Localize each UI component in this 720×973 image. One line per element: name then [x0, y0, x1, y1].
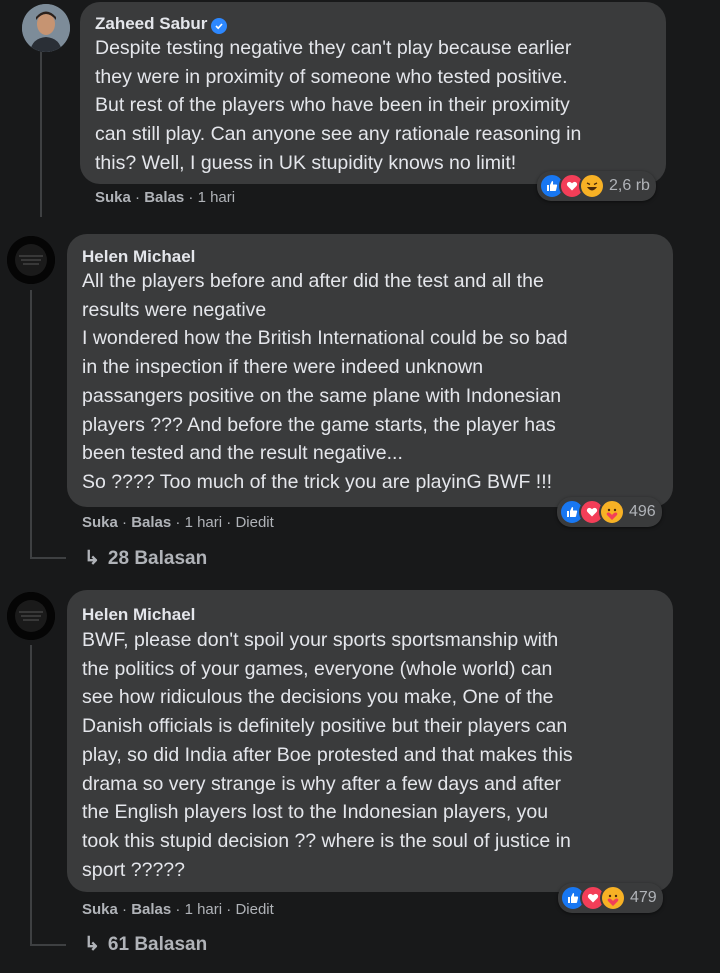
comment-author[interactable]: Zaheed Sabur — [95, 14, 228, 34]
reaction-count: 479 — [630, 889, 657, 906]
like-button[interactable]: Suka — [82, 514, 118, 531]
avatar[interactable] — [7, 236, 55, 284]
comment-text: Despite testing negative they can't play… — [95, 37, 582, 174]
care-icon — [599, 499, 625, 525]
view-replies-button[interactable]: ↳ 61 Balasan — [84, 933, 207, 956]
reaction-summary[interactable]: 2,6 rb — [537, 171, 656, 201]
timestamp[interactable]: 1 hari — [198, 189, 236, 206]
separator: · — [122, 514, 128, 531]
comment-author[interactable]: Helen Michael — [82, 605, 195, 625]
avatar[interactable] — [7, 592, 55, 640]
thread-line — [30, 557, 66, 559]
separator: · — [135, 189, 141, 206]
like-button[interactable]: Suka — [95, 189, 131, 206]
reply-button[interactable]: Balas — [144, 189, 184, 206]
timestamp[interactable]: 1 hari — [185, 901, 223, 918]
edited-label: Diedit — [235, 901, 274, 918]
separator: · — [175, 514, 181, 531]
reaction-count: 496 — [629, 503, 656, 520]
separator: · — [122, 901, 128, 918]
reply-button[interactable]: Balas — [131, 901, 171, 918]
view-replies-button[interactable]: ↳ 28 Balasan — [84, 547, 207, 570]
comment-actions: Suka · Balas · 1 hari · Diedit — [82, 514, 274, 531]
separator: · — [175, 901, 181, 918]
thread-line — [30, 944, 66, 946]
separator: · — [226, 514, 232, 531]
separator: · — [188, 189, 194, 206]
comment-actions: Suka · Balas · 1 hari · Diedit — [82, 901, 274, 918]
separator: · — [226, 901, 232, 918]
verified-badge-icon — [211, 18, 228, 34]
comment-bubble: Helen Michael BWF, please don't spoil yo… — [67, 590, 673, 892]
comment-text: All the players before and after did the… — [82, 270, 568, 493]
reaction-count: 2,6 rb — [609, 177, 650, 194]
comment-actions: Suka · Balas · 1 hari — [95, 189, 235, 206]
thread-line — [40, 52, 42, 217]
replies-label: 61 Balasan — [107, 933, 208, 955]
thread-line — [30, 290, 32, 558]
edited-label: Diedit — [235, 514, 274, 531]
timestamp[interactable]: 1 hari — [185, 514, 223, 531]
comment-bubble: Helen Michael All the players before and… — [67, 234, 673, 507]
replies-label: 28 Balasan — [107, 547, 208, 569]
comment-author[interactable]: Helen Michael — [82, 247, 195, 267]
avatar[interactable] — [22, 4, 70, 52]
haha-icon — [579, 173, 605, 199]
care-icon — [600, 885, 626, 911]
reply-button[interactable]: Balas — [131, 514, 171, 531]
like-button[interactable]: Suka — [82, 901, 118, 918]
thread-line — [30, 645, 32, 945]
reaction-summary[interactable]: 479 — [558, 883, 663, 913]
reply-arrow-icon: ↳ — [84, 934, 100, 955]
reaction-summary[interactable]: 496 — [557, 497, 662, 527]
comment-text: BWF, please don't spoil your sports spor… — [82, 629, 573, 881]
reply-arrow-icon: ↳ — [84, 548, 100, 569]
comment-bubble: Zaheed Sabur Despite testing negative th… — [80, 2, 666, 184]
